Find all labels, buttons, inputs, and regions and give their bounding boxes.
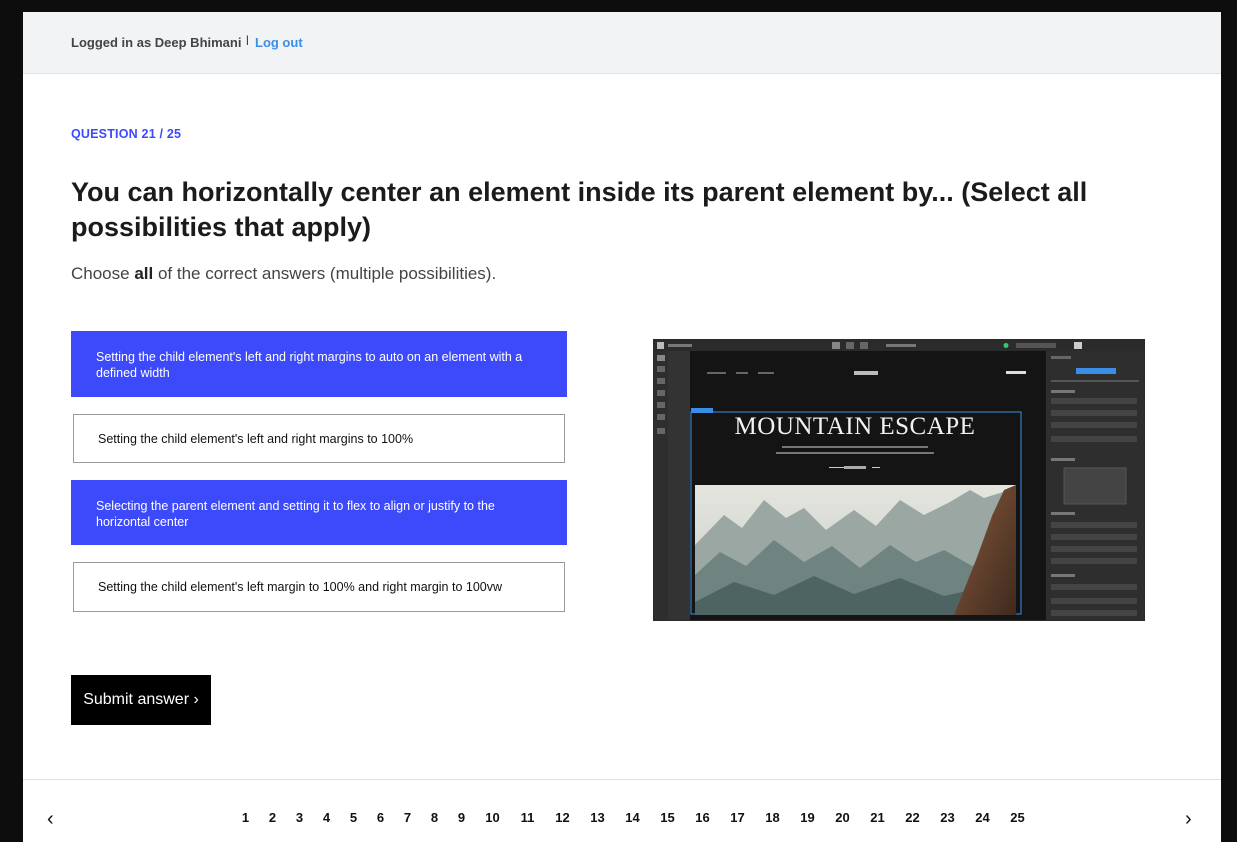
page-link-2[interactable]: 2 — [259, 810, 286, 825]
page-link-13[interactable]: 13 — [580, 810, 615, 825]
answer-option-4[interactable]: Setting the child element's left margin … — [73, 562, 565, 612]
logged-in-text: Logged in as Deep Bhimani — [71, 35, 242, 50]
webflow-designer-screenshot: MOUNTAIN ESCAPE — [654, 340, 1144, 620]
page-link-8[interactable]: 8 — [421, 810, 448, 825]
page-link-22[interactable]: 22 — [895, 810, 930, 825]
page-link-12[interactable]: 12 — [545, 810, 580, 825]
previous-page-icon[interactable]: ‹ — [47, 808, 54, 831]
pagination: ‹ 1 2 3 4 5 6 7 8 9 10 11 12 13 14 15 16 17 18 19 20 21 22 23 2… — [23, 779, 1221, 842]
page-link-4[interactable]: 4 — [313, 810, 340, 825]
page-link-11[interactable]: 11 — [510, 810, 545, 825]
page-link-7[interactable]: 7 — [394, 810, 421, 825]
page-link-9[interactable]: 9 — [448, 810, 475, 825]
answer-option-3[interactable]: Selecting the parent element and setting… — [71, 480, 567, 545]
quiz-page: Logged in as Deep Bhimani l Log out QUES… — [23, 12, 1221, 842]
page-link-14[interactable]: 14 — [615, 810, 650, 825]
page-link-17[interactable]: 17 — [720, 810, 755, 825]
answer-label: Setting the child element's left and rig… — [98, 432, 414, 446]
question-instruction: Choose all of the correct answers (multi… — [71, 264, 496, 284]
question-number: QUESTION 21 / 25 — [71, 127, 182, 141]
page-link-24[interactable]: 24 — [965, 810, 1000, 825]
page-link-18[interactable]: 18 — [755, 810, 790, 825]
answer-option-1[interactable]: Setting the child element's left and rig… — [71, 331, 567, 397]
question-illustration: MOUNTAIN ESCAPE — [653, 339, 1145, 621]
logout-link[interactable]: Log out — [255, 35, 303, 50]
page-link-10[interactable]: 10 — [475, 810, 510, 825]
separator: l — [246, 33, 249, 48]
question-title: You can horizontally center an element i… — [71, 177, 1088, 242]
answer-label: Setting the child element's left and rig… — [96, 350, 523, 380]
page-link-23[interactable]: 23 — [930, 810, 965, 825]
submit-answer-button[interactable]: Submit answer › — [71, 675, 211, 725]
page-link-6[interactable]: 6 — [367, 810, 394, 825]
screenshot-hero-title: MOUNTAIN ESCAPE — [735, 413, 976, 440]
answer-label: Selecting the parent element and setting… — [96, 499, 495, 529]
instruction-suffix: of the correct answers (multiple possibi… — [153, 264, 497, 283]
page-link-19[interactable]: 19 — [790, 810, 825, 825]
page-link-20[interactable]: 20 — [825, 810, 860, 825]
top-bar: Logged in as Deep Bhimani l Log out — [23, 12, 1221, 74]
page-link-15[interactable]: 15 — [650, 810, 685, 825]
next-page-icon[interactable]: › — [1185, 808, 1192, 831]
instruction-bold: all — [134, 264, 154, 283]
page-link-1[interactable]: 1 — [232, 810, 259, 825]
page-link-5[interactable]: 5 — [340, 810, 367, 825]
page-link-21[interactable]: 21 — [860, 810, 895, 825]
answer-label: Setting the child element's left margin … — [98, 580, 502, 594]
page-link-3[interactable]: 3 — [286, 810, 313, 825]
instruction-prefix: Choose — [71, 264, 135, 283]
page-number-list: 1 2 3 4 5 6 7 8 9 10 11 12 13 14 15 16 17 18 19 20 21 22 23 24 2… — [232, 810, 1035, 825]
page-link-25[interactable]: 25 — [1000, 810, 1035, 825]
answer-option-2[interactable]: Setting the child element's left and rig… — [73, 414, 565, 463]
page-link-16[interactable]: 16 — [685, 810, 720, 825]
